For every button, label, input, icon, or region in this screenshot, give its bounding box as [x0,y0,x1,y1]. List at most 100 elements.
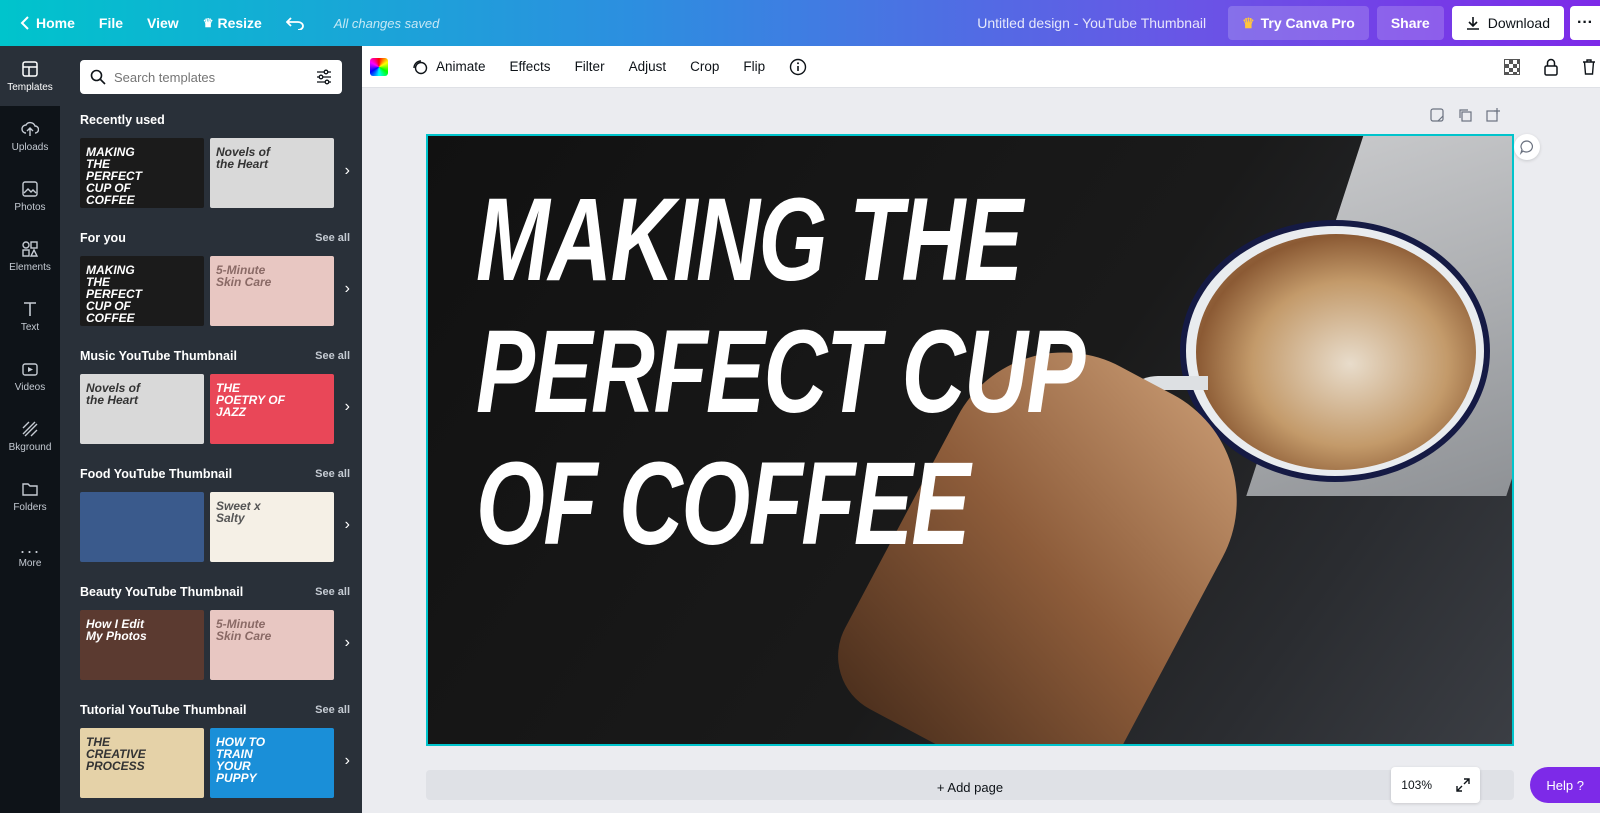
add-page-button[interactable]: + Add page [426,770,1514,800]
crop-button[interactable]: Crop [678,59,731,74]
scroll-right-icon[interactable]: › [345,280,350,298]
template-thumbnail[interactable] [80,492,204,562]
template-thumbnail[interactable]: 5-Minute Skin Care [210,610,334,680]
nav-folders[interactable]: Folders [0,466,60,526]
transparency-button[interactable] [1492,58,1532,75]
color-picker-button[interactable] [362,57,400,76]
nav-background[interactable]: Bkground [0,406,60,466]
adjust-button[interactable]: Adjust [617,59,679,74]
animate-label: Animate [436,59,486,74]
template-thumbnail[interactable]: MAKING THE PERFECT CUP OF COFFEE [80,256,204,326]
design-title[interactable]: Untitled design - YouTube Thumbnail [977,15,1206,31]
share-button[interactable]: Share [1376,6,1444,40]
section-header: For you See all [80,228,350,248]
nav-label: Folders [13,501,47,513]
transparency-icon [1504,58,1520,75]
fullscreen-icon[interactable] [1456,778,1470,792]
download-button[interactable]: Download [1451,6,1564,40]
template-thumbnail[interactable]: Novels of the Heart [210,138,334,208]
section-title: Music YouTube Thumbnail [80,349,237,363]
section-header: Food YouTube Thumbnail See all [80,464,350,484]
see-all-link[interactable]: See all [315,704,350,716]
nav-templates[interactable]: Templates [0,46,60,106]
coffee [1196,234,1476,470]
nav-label: Templates [7,81,53,93]
section-title: For you [80,231,126,245]
scroll-right-icon[interactable]: › [345,398,350,416]
template-thumbnail[interactable]: Novels of the Heart [80,374,204,444]
topbar-right: Untitled design - YouTube Thumbnail ♛ Tr… [977,0,1600,46]
template-thumbnail[interactable]: THE CREATIVE PROCESS [80,728,204,798]
see-all-link[interactable]: See all [315,232,350,244]
scroll-right-icon[interactable]: › [345,634,350,652]
effects-button[interactable]: Effects [498,59,563,74]
more-icon: ··· [19,540,41,561]
thumbnail-text: 5-Minute Skin Care [216,263,272,289]
add-page-icon[interactable] [1486,108,1500,122]
upload-icon [21,121,39,136]
template-thumbnail[interactable]: How I Edit My Photos [80,610,204,680]
zoom-control[interactable]: 103% [1391,767,1480,803]
template-thumbnail[interactable]: HOW TO TRAIN YOUR PUPPY [210,728,334,798]
section-header: Music YouTube Thumbnail See all [80,346,350,366]
headline-text[interactable]: MAKING THE PERFECT CUP OF COFFEE [476,174,1085,570]
template-section: Beauty YouTube Thumbnail See all How I Edi… [80,582,350,680]
lock-button[interactable] [1532,58,1570,76]
template-thumbnail[interactable]: MAKING THE PERFECT CUP OF COFFEE [80,138,204,208]
home-button[interactable]: Home [8,7,87,39]
design-canvas[interactable]: MAKING THE PERFECT CUP OF COFFEE [426,134,1514,746]
try-canva-pro-button[interactable]: ♛ Try Canva Pro [1228,6,1369,40]
resize-button[interactable]: ♛ Resize [191,7,274,39]
flip-button[interactable]: Flip [731,59,777,74]
template-thumbnail[interactable]: 5-Minute Skin Care [210,256,334,326]
view-menu[interactable]: View [135,7,191,39]
section-title: Recently used [80,113,165,127]
nav-photos[interactable]: Photos [0,166,60,226]
info-button[interactable] [777,58,819,76]
trash-icon [1583,58,1595,75]
nav-label: Videos [14,381,46,393]
delete-button[interactable] [1570,58,1600,75]
see-all-link[interactable]: See all [315,468,350,480]
comment-button[interactable] [1514,134,1540,160]
more-options-button[interactable]: ··· [1570,6,1600,40]
file-menu[interactable]: File [87,7,135,39]
filter-button[interactable]: Filter [563,59,617,74]
thumbnail-row: How I Edit My Photos 5-Minute Skin Care › [80,610,350,680]
search-box[interactable] [80,60,342,94]
color-swatch-icon [370,57,388,76]
save-status: All changes saved [333,15,440,31]
scroll-right-icon[interactable]: › [345,516,350,534]
zoom-level[interactable]: 103% [1401,778,1432,792]
search-input[interactable] [114,69,316,85]
top-bar: Home File View ♛ Resize All changes save… [0,0,1600,46]
scroll-right-icon[interactable]: › [345,162,350,180]
animate-button[interactable]: Animate [400,59,498,75]
duplicate-page-icon[interactable] [1458,108,1472,122]
see-all-link[interactable]: See all [315,586,350,598]
thumbnail-row: THE CREATIVE PROCESS HOW TO TRAIN YOUR PU… [80,728,350,798]
template-thumbnail[interactable]: THE POETRY OF JAZZ [210,374,334,444]
nav-elements[interactable]: Elements [0,226,60,286]
thumbnail-text: Novels of the Heart [216,145,271,171]
section-header: Beauty YouTube Thumbnail See all [80,582,350,602]
note-icon[interactable] [1430,108,1444,122]
scroll-right-icon[interactable]: › [345,752,350,770]
filter-sliders-icon[interactable] [316,69,332,85]
nav-videos[interactable]: Videos [0,346,60,406]
try-pro-label: Try Canva Pro [1260,15,1355,31]
section-title: Beauty YouTube Thumbnail [80,585,244,599]
template-section: Music YouTube Thumbnail See all Novels of … [80,346,350,444]
undo-button[interactable] [274,7,322,39]
thumbnail-text: 5-Minute Skin Care [216,617,272,643]
nav-label: Uploads [11,141,49,153]
section-title: Food YouTube Thumbnail [80,467,233,481]
editor-toolbar: Animate Effects Filter Adjust Crop Flip [362,46,1600,88]
template-thumbnail[interactable]: Sweet x Salty [210,492,334,562]
help-button[interactable]: Help ? [1530,767,1600,803]
nav-text[interactable]: Text [0,286,60,346]
see-all-link[interactable]: See all [315,350,350,362]
nav-more[interactable]: ··· More [0,526,60,586]
nav-uploads[interactable]: Uploads [0,106,60,166]
ellipsis-icon: ··· [1577,14,1593,31]
